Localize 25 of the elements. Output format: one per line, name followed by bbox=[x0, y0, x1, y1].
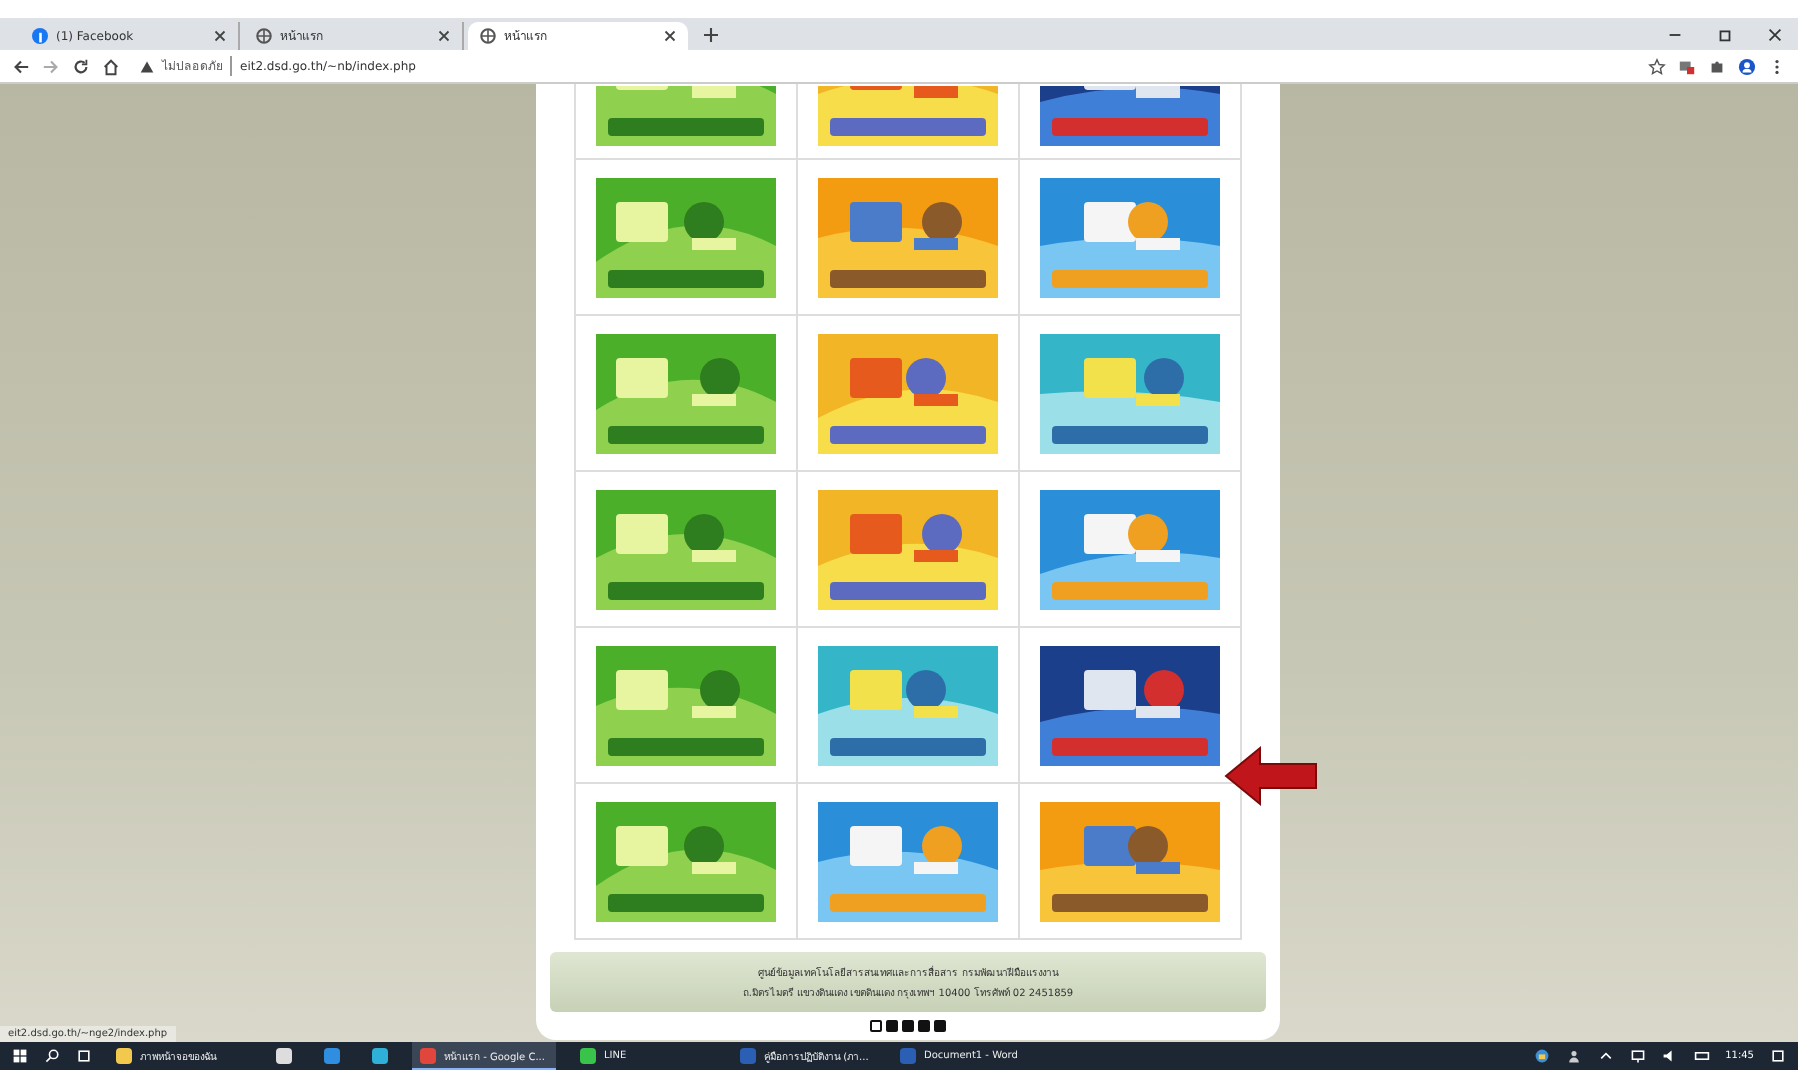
warning-icon bbox=[140, 59, 154, 73]
search-icon[interactable] bbox=[44, 1048, 60, 1064]
close-icon[interactable] bbox=[1766, 26, 1784, 44]
close-icon[interactable] bbox=[664, 30, 676, 42]
restore-icon[interactable] bbox=[1716, 26, 1734, 44]
facebook-icon bbox=[32, 28, 48, 44]
star-icon[interactable] bbox=[1648, 57, 1666, 75]
extension-icon[interactable] bbox=[1678, 57, 1696, 75]
back-icon[interactable] bbox=[12, 57, 30, 75]
globe-icon[interactable] bbox=[1533, 1048, 1550, 1064]
home-icon[interactable] bbox=[102, 57, 120, 75]
network-icon[interactable] bbox=[1629, 1048, 1646, 1064]
chevron-up-icon[interactable] bbox=[1597, 1048, 1614, 1064]
arrow-icon bbox=[1224, 744, 1320, 808]
globe-icon bbox=[256, 28, 272, 44]
person-icon[interactable] bbox=[1565, 1048, 1582, 1064]
plus-icon[interactable] bbox=[704, 28, 718, 42]
reload-icon[interactable] bbox=[72, 57, 90, 75]
close-icon[interactable] bbox=[214, 30, 226, 42]
globe-icon bbox=[480, 28, 496, 44]
speaker-icon[interactable] bbox=[1661, 1048, 1678, 1064]
windows-icon[interactable] bbox=[12, 1048, 28, 1064]
avatar-icon[interactable] bbox=[1738, 57, 1756, 75]
task-view-icon[interactable] bbox=[76, 1048, 92, 1064]
close-icon[interactable] bbox=[438, 30, 450, 42]
